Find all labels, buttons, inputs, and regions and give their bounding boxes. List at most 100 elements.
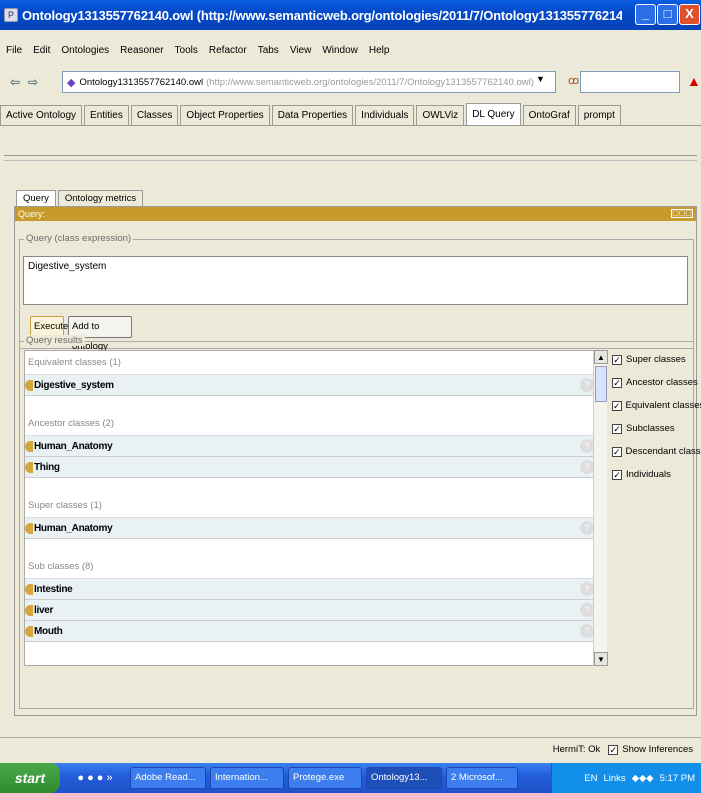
- tab-prompt[interactable]: prompt: [577, 105, 621, 125]
- tab-ontograf[interactable]: OntoGraf: [522, 105, 576, 125]
- option-super-classes[interactable]: ✓ Super classes: [612, 348, 701, 371]
- tab-entities[interactable]: Entities: [84, 105, 129, 125]
- result-options: ✓ Super classes ✓ Ancestor classes ✓ Equiva…: [612, 348, 701, 486]
- subtab-ontology-metrics[interactable]: Ontology metrics: [57, 190, 144, 206]
- results-list[interactable]: Equivalent classes (1) Digestive_system?…: [24, 350, 600, 666]
- minimize-button[interactable]: _: [635, 4, 656, 25]
- explanation-icon[interactable]: ?: [580, 582, 594, 596]
- ontology-diamond-icon: ◆: [67, 76, 76, 89]
- panel-window-controls[interactable]: ▢▢▢: [671, 209, 693, 218]
- class-icon: [25, 625, 33, 637]
- tab-active-ontology[interactable]: Active Ontology: [0, 105, 83, 125]
- menu-tabs[interactable]: Tabs: [258, 45, 279, 56]
- dl-query-panel: Query: ▢▢▢ Query (class expression) Dige…: [14, 206, 701, 716]
- checkbox-checked[interactable]: ✓: [612, 423, 622, 434]
- result-row[interactable]: Thing?: [25, 457, 599, 478]
- query-fieldset: Query (class expression) Digestive_syste…: [19, 233, 694, 352]
- class-icon: [25, 440, 33, 452]
- ontology-address-field[interactable]: ◆ Ontology1313557762140.owl (http://www.…: [62, 71, 556, 93]
- menu-tools[interactable]: Tools: [175, 45, 198, 56]
- forward-arrow-icon[interactable]: ⇨: [24, 73, 42, 91]
- ontology-iri: (http://www.semanticweb.org/ontologies/2…: [206, 76, 534, 88]
- tab-object-properties[interactable]: Object Properties: [180, 105, 270, 125]
- option-subclasses[interactable]: ✓ Subclasses: [612, 417, 701, 440]
- toolbar-divider: [4, 155, 697, 161]
- menu-bar: File Edit Ontologies Reasoner Tools Refa…: [0, 40, 701, 60]
- ontology-name: Ontology1313557762140.owl: [79, 76, 204, 88]
- menu-view[interactable]: View: [290, 45, 312, 56]
- explanation-icon[interactable]: ?: [580, 624, 594, 638]
- maximize-button[interactable]: □: [657, 4, 678, 25]
- explanation-icon[interactable]: ?: [580, 460, 594, 474]
- results-fieldset: Query results Equivalent classes (1) Dig…: [19, 335, 701, 709]
- menu-help[interactable]: Help: [369, 45, 390, 56]
- explanation-icon[interactable]: ?: [580, 603, 594, 617]
- status-bar: HermiT: Ok ✓ Show Inferences: [0, 737, 701, 761]
- option-individuals[interactable]: ✓ Individuals: [612, 463, 701, 486]
- language-indicator[interactable]: EN: [584, 773, 597, 784]
- explanation-icon[interactable]: ?: [580, 378, 594, 392]
- explanation-icon[interactable]: ?: [580, 439, 594, 453]
- option-ancestor-classes[interactable]: ✓ Ancestor classes: [612, 371, 701, 394]
- results-scrollbar[interactable]: ▲ ▼: [593, 350, 608, 666]
- menu-window[interactable]: Window: [322, 45, 358, 56]
- checkbox-checked[interactable]: ✓: [612, 446, 622, 457]
- tab-dl-query[interactable]: DL Query: [466, 103, 521, 125]
- protege-app-icon: P: [4, 8, 18, 22]
- option-equivalent-classes[interactable]: ✓ Equivalent classes: [612, 394, 701, 417]
- task-internet[interactable]: Internation...: [210, 767, 284, 789]
- search-input[interactable]: [580, 71, 680, 93]
- quick-launch-icons[interactable]: ● ● ● »: [60, 772, 130, 784]
- result-row[interactable]: Digestive_system?: [25, 375, 599, 396]
- task-adobe-reader[interactable]: Adobe Read...: [130, 767, 206, 789]
- scroll-thumb[interactable]: [595, 366, 607, 402]
- explanation-icon[interactable]: ?: [580, 521, 594, 535]
- subtab-query[interactable]: Query: [16, 190, 56, 206]
- checkbox-checked[interactable]: ✓: [612, 354, 622, 365]
- scroll-up-arrow-icon[interactable]: ▲: [594, 350, 608, 364]
- binoculars-icon[interactable]: ꝏ: [568, 74, 579, 87]
- tab-individuals[interactable]: Individuals: [355, 105, 415, 125]
- class-icon: [25, 583, 33, 595]
- tab-owlviz[interactable]: OWLViz: [416, 105, 465, 125]
- result-row[interactable]: liver?: [25, 600, 599, 621]
- tab-classes[interactable]: Classes: [130, 105, 179, 125]
- checkbox-checked[interactable]: ✓: [612, 377, 622, 388]
- results-legend: Query results: [24, 335, 85, 346]
- start-button[interactable]: start: [0, 763, 60, 793]
- show-inferences-label: Show Inferences: [622, 744, 693, 755]
- task-ontology[interactable]: Ontology13...: [366, 767, 442, 789]
- scroll-down-arrow-icon[interactable]: ▼: [594, 652, 608, 666]
- section-ancestor-classes: Ancestor classes (2): [25, 412, 599, 436]
- warning-icon[interactable]: ▲: [687, 73, 701, 89]
- class-icon: [25, 379, 33, 391]
- checkbox-checked[interactable]: ✓: [612, 400, 622, 411]
- view-subtabs: Query Ontology metrics: [16, 190, 145, 206]
- result-row[interactable]: Human_Anatomy?: [25, 518, 599, 539]
- chevron-down-icon[interactable]: ▼: [536, 74, 545, 84]
- window-titlebar: P Ontology1313557762140.owl (http://www.…: [0, 0, 701, 30]
- task-microsoft[interactable]: 2 Microsof...: [446, 767, 518, 789]
- windows-taskbar: start ● ● ● » Adobe Read... Internation.…: [0, 763, 701, 793]
- result-row[interactable]: Intestine?: [25, 579, 599, 600]
- task-protege-exe[interactable]: Protege.exe: [288, 767, 362, 789]
- result-row[interactable]: Human_Anatomy?: [25, 436, 599, 457]
- show-inferences-checkbox[interactable]: ✓: [608, 744, 619, 755]
- menu-file[interactable]: File: [6, 45, 22, 56]
- back-arrow-icon[interactable]: ⇦: [6, 73, 24, 91]
- tab-data-properties[interactable]: Data Properties: [271, 105, 354, 125]
- close-button[interactable]: X: [679, 4, 700, 25]
- result-row[interactable]: Mouth?: [25, 621, 599, 642]
- class-expression-editor[interactable]: Digestive_system: [23, 256, 688, 305]
- menu-refactor[interactable]: Refactor: [209, 45, 247, 56]
- menu-edit[interactable]: Edit: [33, 45, 50, 56]
- window-title: Ontology1313557762140.owl (http://www.se…: [22, 7, 622, 23]
- menu-ontologies[interactable]: Ontologies: [61, 45, 109, 56]
- menu-reasoner[interactable]: Reasoner: [120, 45, 163, 56]
- tray-icons[interactable]: ◆◆◆: [632, 773, 654, 784]
- panel-title: Query:: [18, 209, 46, 219]
- checkbox-checked[interactable]: ✓: [612, 469, 622, 480]
- option-descendant-classes[interactable]: ✓Descendant classes: [612, 440, 701, 463]
- links-toolbar[interactable]: Links: [604, 773, 626, 784]
- class-icon: [25, 522, 33, 534]
